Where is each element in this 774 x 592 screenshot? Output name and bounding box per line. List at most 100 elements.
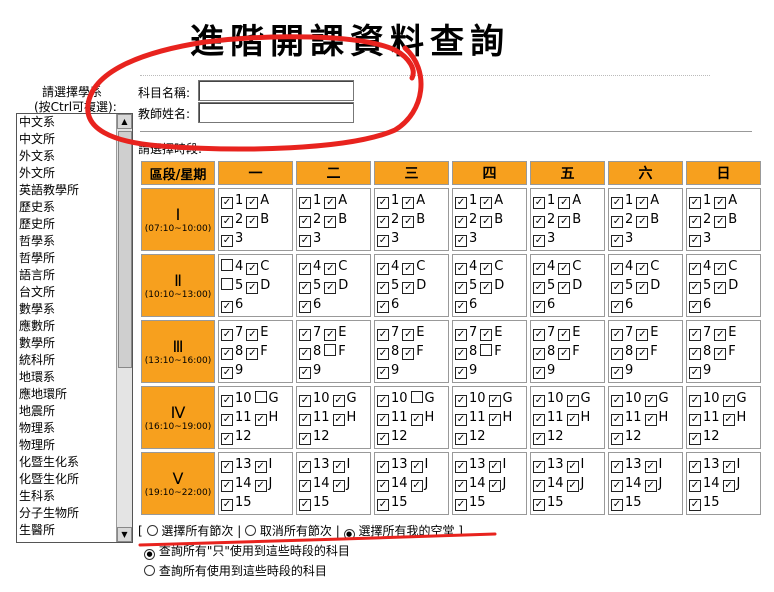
period-checkbox-checked[interactable]: ✓ <box>488 395 501 407</box>
period-checkbox-checked[interactable]: ✓ <box>455 499 467 511</box>
period-checkbox-checked[interactable]: ✓ <box>377 263 389 275</box>
period-checkbox-checked[interactable]: ✓ <box>410 414 423 426</box>
period-checkbox-checked[interactable]: ✓ <box>299 433 311 445</box>
period-checkbox-checked[interactable]: ✓ <box>246 282 259 294</box>
period-checkbox-checked[interactable]: ✓ <box>332 414 345 426</box>
period-checkbox-checked[interactable]: ✓ <box>299 414 311 426</box>
period-checkbox-checked[interactable]: ✓ <box>533 329 545 341</box>
period-checkbox-checked[interactable]: ✓ <box>377 329 389 341</box>
period-checkbox-checked[interactable]: ✓ <box>455 480 467 492</box>
department-option[interactable]: 物理所 <box>17 437 115 454</box>
period-checkbox-unchecked[interactable] <box>324 344 337 356</box>
period-checkbox-checked[interactable]: ✓ <box>299 197 311 209</box>
period-checkbox-checked[interactable]: ✓ <box>689 329 701 341</box>
select-all-label[interactable]: 選擇所有節次 <box>161 524 233 538</box>
period-checkbox-checked[interactable]: ✓ <box>533 348 545 360</box>
period-checkbox-checked[interactable]: ✓ <box>689 414 701 426</box>
period-checkbox-checked[interactable]: ✓ <box>611 499 623 511</box>
period-checkbox-checked[interactable]: ✓ <box>246 216 259 228</box>
period-checkbox-checked[interactable]: ✓ <box>533 480 545 492</box>
period-checkbox-checked[interactable]: ✓ <box>377 461 389 473</box>
period-checkbox-checked[interactable]: ✓ <box>480 329 493 341</box>
period-checkbox-checked[interactable]: ✓ <box>533 461 545 473</box>
department-option[interactable]: 化暨生化所 <box>17 471 115 488</box>
period-checkbox-checked[interactable]: ✓ <box>377 367 389 379</box>
query-only-radio[interactable]: ● <box>144 549 155 560</box>
period-checkbox-checked[interactable]: ✓ <box>410 480 423 492</box>
period-checkbox-checked[interactable]: ✓ <box>221 414 233 426</box>
period-checkbox-checked[interactable]: ✓ <box>611 414 623 426</box>
period-checkbox-checked[interactable]: ✓ <box>644 461 657 473</box>
period-checkbox-unchecked[interactable] <box>480 344 493 356</box>
period-checkbox-checked[interactable]: ✓ <box>636 329 649 341</box>
period-checkbox-checked[interactable]: ✓ <box>221 499 233 511</box>
department-option[interactable]: 哲學系 <box>17 233 115 250</box>
period-checkbox-checked[interactable]: ✓ <box>455 216 467 228</box>
period-checkbox-checked[interactable]: ✓ <box>246 263 259 275</box>
period-checkbox-unchecked[interactable] <box>221 278 233 290</box>
period-checkbox-checked[interactable]: ✓ <box>221 433 233 445</box>
period-checkbox-checked[interactable]: ✓ <box>377 348 389 360</box>
department-option[interactable]: 歷史所 <box>17 216 115 233</box>
period-checkbox-checked[interactable]: ✓ <box>377 395 389 407</box>
period-checkbox-checked[interactable]: ✓ <box>636 282 649 294</box>
period-checkbox-checked[interactable]: ✓ <box>636 263 649 275</box>
period-checkbox-checked[interactable]: ✓ <box>246 348 259 360</box>
period-checkbox-checked[interactable]: ✓ <box>480 263 493 275</box>
period-checkbox-checked[interactable]: ✓ <box>377 301 389 313</box>
period-checkbox-checked[interactable]: ✓ <box>533 263 545 275</box>
period-checkbox-checked[interactable]: ✓ <box>246 329 259 341</box>
teacher-input[interactable] <box>198 102 354 123</box>
period-checkbox-checked[interactable]: ✓ <box>611 263 623 275</box>
period-checkbox-unchecked[interactable] <box>221 259 233 271</box>
period-checkbox-checked[interactable]: ✓ <box>402 263 415 275</box>
department-option[interactable]: 數學系 <box>17 301 115 318</box>
period-checkbox-checked[interactable]: ✓ <box>689 433 701 445</box>
period-checkbox-checked[interactable]: ✓ <box>558 216 571 228</box>
period-checkbox-checked[interactable]: ✓ <box>533 395 545 407</box>
period-checkbox-checked[interactable]: ✓ <box>566 461 579 473</box>
period-checkbox-checked[interactable]: ✓ <box>377 414 389 426</box>
period-checkbox-checked[interactable]: ✓ <box>533 235 545 247</box>
department-listbox[interactable]: 中文系 中文所 外文系 外文所 英語教學所 歷史系 歷史所 哲學系 哲學所 語言所 台文所 數學系 應數… <box>16 113 133 543</box>
period-checkbox-checked[interactable]: ✓ <box>558 329 571 341</box>
period-checkbox-checked[interactable]: ✓ <box>533 414 545 426</box>
period-checkbox-checked[interactable]: ✓ <box>221 301 233 313</box>
period-checkbox-checked[interactable]: ✓ <box>714 216 727 228</box>
period-checkbox-checked[interactable]: ✓ <box>714 263 727 275</box>
period-checkbox-checked[interactable]: ✓ <box>644 395 657 407</box>
period-checkbox-checked[interactable]: ✓ <box>722 395 735 407</box>
department-option[interactable]: 化暨生化系 <box>17 454 115 471</box>
department-option[interactable]: 物理系 <box>17 420 115 437</box>
period-checkbox-checked[interactable]: ✓ <box>689 461 701 473</box>
period-checkbox-checked[interactable]: ✓ <box>455 301 467 313</box>
period-checkbox-checked[interactable]: ✓ <box>714 197 727 209</box>
department-option[interactable]: 外文所 <box>17 165 115 182</box>
subject-input[interactable] <box>198 80 354 101</box>
period-checkbox-checked[interactable]: ✓ <box>410 461 423 473</box>
period-checkbox-checked[interactable]: ✓ <box>644 480 657 492</box>
period-checkbox-checked[interactable]: ✓ <box>455 433 467 445</box>
period-checkbox-checked[interactable]: ✓ <box>611 197 623 209</box>
period-checkbox-checked[interactable]: ✓ <box>324 282 337 294</box>
period-checkbox-checked[interactable]: ✓ <box>299 348 311 360</box>
clear-all-label[interactable]: 取消所有節次 <box>260 524 332 538</box>
period-checkbox-checked[interactable]: ✓ <box>299 480 311 492</box>
department-option[interactable]: 中文系 <box>17 114 115 131</box>
period-checkbox-checked[interactable]: ✓ <box>299 499 311 511</box>
department-option[interactable]: 統科所 <box>17 352 115 369</box>
period-checkbox-checked[interactable]: ✓ <box>221 480 233 492</box>
period-checkbox-checked[interactable]: ✓ <box>689 367 701 379</box>
period-checkbox-checked[interactable]: ✓ <box>644 414 657 426</box>
period-checkbox-checked[interactable]: ✓ <box>299 263 311 275</box>
period-checkbox-checked[interactable]: ✓ <box>714 329 727 341</box>
period-checkbox-checked[interactable]: ✓ <box>455 348 467 360</box>
query-any-label[interactable]: 查詢所有使用到這些時段的科目 <box>159 564 327 578</box>
period-checkbox-checked[interactable]: ✓ <box>332 461 345 473</box>
period-checkbox-checked[interactable]: ✓ <box>558 348 571 360</box>
period-checkbox-checked[interactable]: ✓ <box>714 348 727 360</box>
period-checkbox-checked[interactable]: ✓ <box>689 395 701 407</box>
period-checkbox-checked[interactable]: ✓ <box>221 216 233 228</box>
department-option[interactable]: 中文所 <box>17 131 115 148</box>
period-checkbox-checked[interactable]: ✓ <box>324 216 337 228</box>
